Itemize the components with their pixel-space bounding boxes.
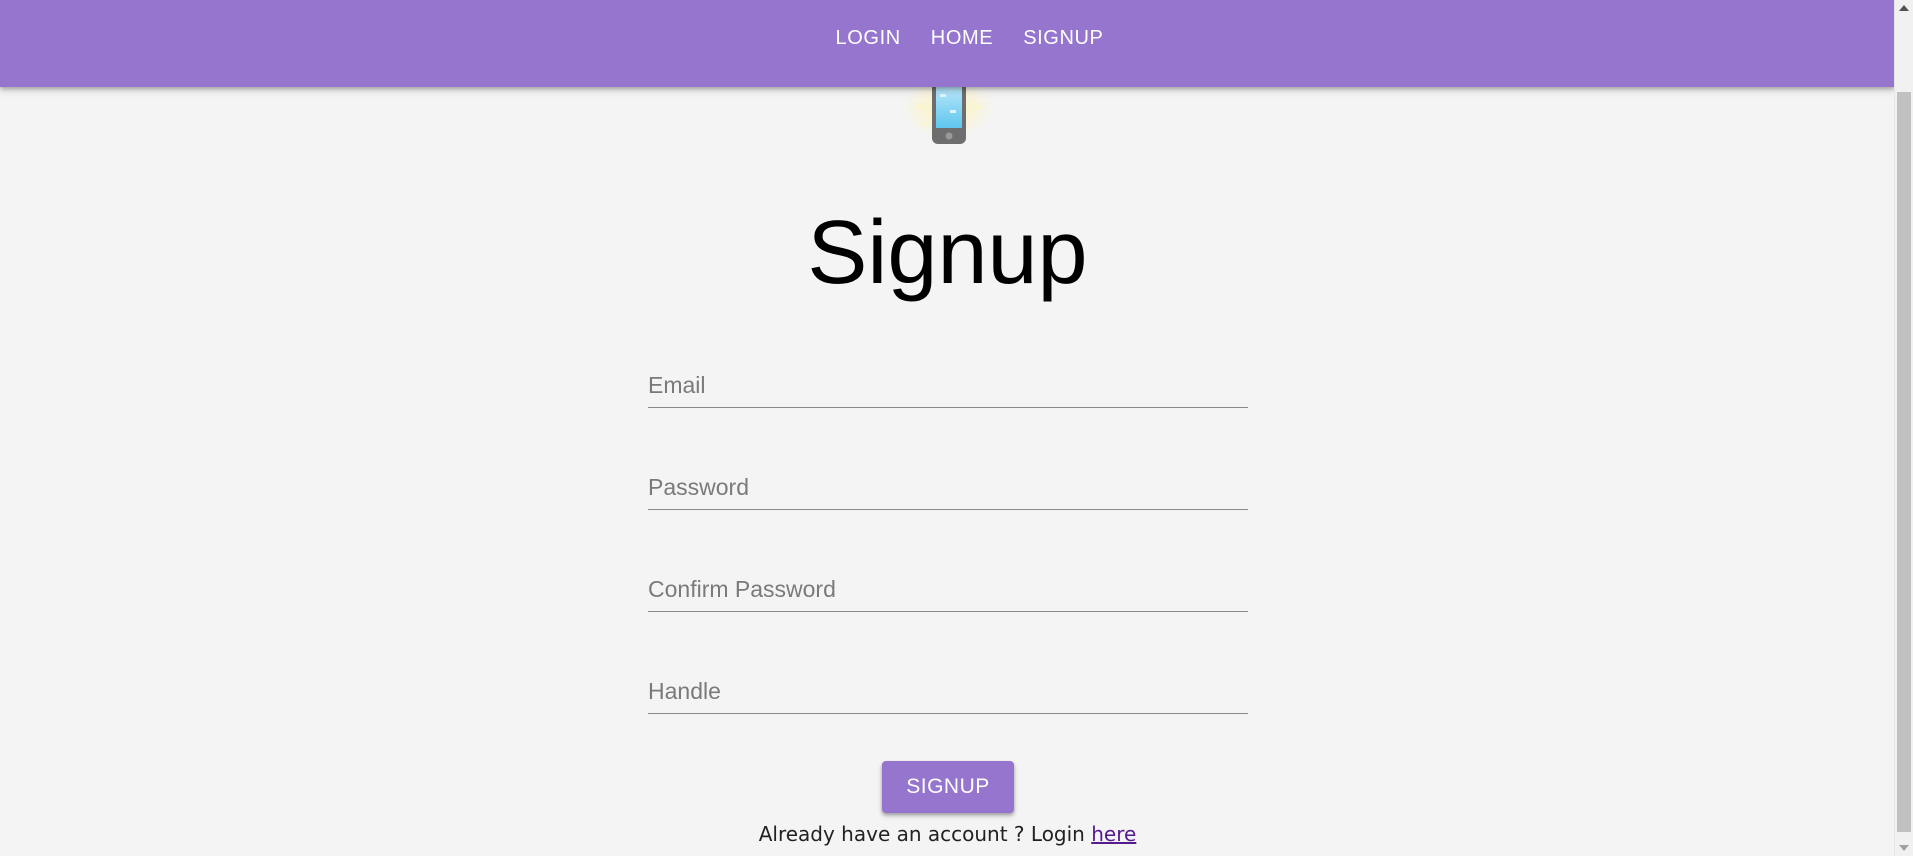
top-navbar: LOGIN HOME SIGNUP — [0, 0, 1895, 87]
handle-field[interactable] — [648, 678, 1248, 705]
nav-menu: LOGIN HOME SIGNUP — [821, 19, 1119, 58]
scroll-up-arrow-icon[interactable] — [1899, 5, 1909, 11]
page: LOGIN HOME SIGNUP Signup Email Handle SI… — [0, 0, 1913, 856]
login-prompt: Already have an account ? Login here — [0, 822, 1895, 846]
nav-signup-link[interactable]: SIGNUP — [1008, 19, 1118, 58]
nav-login-link[interactable]: LOGIN — [821, 19, 916, 58]
signup-button[interactable]: SIGNUP — [882, 761, 1014, 813]
password-field-container — [648, 459, 1248, 510]
vertical-scrollbar[interactable] — [1894, 0, 1913, 856]
scroll-down-arrow-icon[interactable] — [1899, 845, 1909, 851]
login-here-link[interactable]: here — [1091, 822, 1136, 846]
email-field[interactable] — [648, 372, 1248, 399]
nav-home-link[interactable]: HOME — [916, 19, 1008, 58]
scrollbar-thumb[interactable] — [1897, 92, 1911, 832]
confirm-password-field[interactable] — [648, 576, 1248, 603]
login-prompt-text: Already have an account ? Login — [758, 822, 1092, 846]
page-title: Signup — [807, 203, 1088, 303]
confirm-password-field-container — [648, 561, 1248, 612]
email-field-container — [648, 357, 1248, 408]
handle-field-container — [648, 663, 1248, 714]
password-field[interactable] — [648, 474, 1248, 501]
